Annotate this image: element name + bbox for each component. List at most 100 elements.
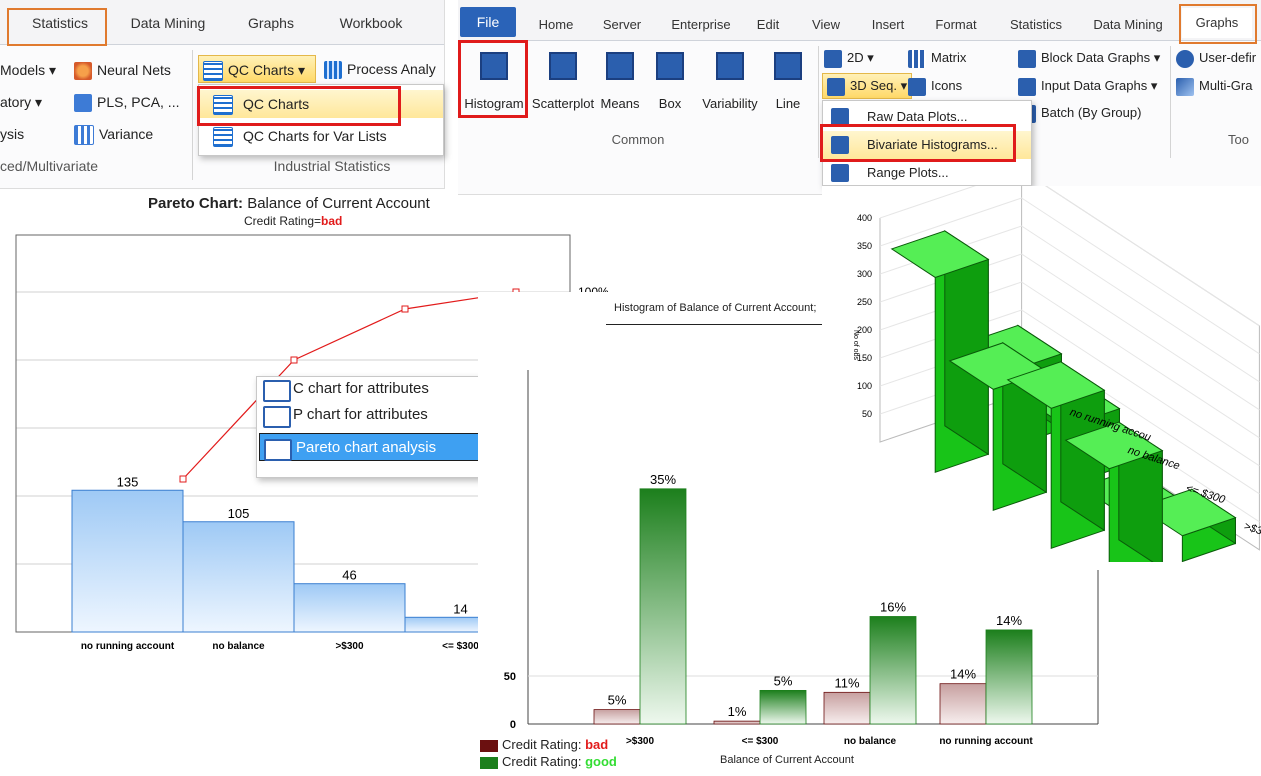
user-defined-icon [1176, 49, 1194, 68]
tab-format[interactable]: Format [928, 10, 984, 40]
process-analysis-icon [324, 61, 342, 80]
histogram-x-label: Balance of Current Account [720, 754, 854, 766]
exploratory-button[interactable]: atory ▾ [0, 90, 42, 114]
pareto-cumulative-point [179, 475, 187, 483]
multi-graph-label: Multi-Gra [1199, 78, 1253, 93]
tab-graphs[interactable]: Graphs [236, 8, 306, 38]
pareto-category-labels: no running account no balance >$300 <= $300 [81, 641, 479, 652]
variability-button[interactable]: Variability [696, 48, 764, 111]
line-button[interactable]: Line [768, 48, 808, 111]
histogram-title-rule [606, 324, 846, 325]
bivariate-z-label: >$300 [1242, 520, 1261, 541]
tab-file[interactable]: File [460, 7, 516, 37]
pareto-bar [182, 521, 295, 633]
neural-nets-button[interactable]: Neural Nets [74, 58, 171, 82]
models-button[interactable]: Models ▾ [0, 58, 56, 82]
3d-seq-button[interactable]: 3D Seq. ▾ [822, 73, 913, 99]
histogram-bar-bad [823, 691, 871, 725]
block-data-graphs-button[interactable]: Block Data Graphs ▾ [1018, 46, 1160, 70]
2d-icon [824, 49, 842, 68]
user-defined-label: User-defir [1199, 50, 1257, 65]
2d-button[interactable]: 2D ▾ [824, 46, 874, 70]
group-label-industrial: Industrial Statistics [273, 158, 391, 174]
icons-button[interactable]: Icons [908, 74, 962, 98]
pareto-bar-label: 105 [228, 506, 250, 521]
histogram-bar-good [985, 629, 1033, 725]
highlight-qc-charts-item [197, 86, 401, 126]
legend-label-bad: Credit Rating: [502, 737, 586, 752]
pareto-bar [71, 489, 184, 633]
input-data-graphs-button[interactable]: Input Data Graphs ▾ [1018, 74, 1157, 98]
qc-charts-label: QC Charts [228, 62, 295, 78]
pareto-analysis-icon [264, 439, 292, 461]
variability-icon [716, 52, 744, 80]
tab-data-mining-2[interactable]: Data Mining [1084, 10, 1172, 40]
variance-label: Variance [99, 126, 154, 142]
batch-button[interactable]: Batch (By Group) [1018, 101, 1141, 125]
tab-view[interactable]: View [806, 10, 846, 40]
p-chart-icon [263, 406, 291, 428]
histogram-category-labels: >$300 <= $300 no balance no running account [626, 736, 1033, 747]
tab-edit[interactable]: Edit [748, 10, 788, 40]
histogram-bar-label: 14% [996, 613, 1022, 628]
highlight-statistics-tab [7, 8, 107, 46]
histogram-bar-label: 14% [950, 667, 976, 682]
raw-data-label: Raw Data Plots... [867, 109, 968, 124]
means-button[interactable]: Means [598, 48, 642, 111]
pareto-bar-label: 46 [342, 568, 356, 583]
box-button[interactable]: Box [650, 48, 690, 111]
bivariate-y-label: No of obs [852, 330, 859, 360]
bivariate-bars [890, 229, 1237, 562]
histogram-category-label: no running account [939, 736, 1033, 747]
histogram-bar-label: 35% [650, 472, 676, 487]
qc-charts-button[interactable]: QC Charts ▾ [198, 55, 316, 83]
box-label: Box [658, 96, 682, 111]
menu-item-range-plots[interactable]: Range Plots... [823, 159, 1031, 187]
variance-button[interactable]: Variance [74, 122, 153, 146]
icons-label: Icons [931, 78, 963, 93]
multi-graph-button[interactable]: Multi-Gra [1176, 74, 1252, 98]
histogram-bar-label: 5% [608, 693, 627, 708]
tab-workbook[interactable]: Workbook [326, 8, 416, 38]
user-defined-button[interactable]: User-defir [1176, 46, 1256, 70]
highlight-histogram [458, 40, 528, 118]
tab-home[interactable]: Home [528, 10, 584, 40]
scatterplot-button[interactable]: Scatterplot [530, 48, 596, 111]
histogram-bar-label: 11% [834, 675, 859, 690]
process-analysis-button[interactable]: Process Analy [324, 57, 436, 81]
histogram-bar-label: 16% [880, 599, 906, 614]
histogram-bar-bad [713, 720, 761, 725]
tab-enterprise[interactable]: Enterprise [662, 10, 740, 40]
bivariate-y-tick: 100 [857, 381, 872, 391]
box-plot-icon [656, 52, 684, 80]
exploratory-label: atory [0, 94, 32, 110]
pareto-category-label: >$300 [335, 641, 364, 652]
variability-label: Variability [702, 96, 758, 111]
tab-statistics-2[interactable]: Statistics [1002, 10, 1070, 40]
bivariate-y-tick: 350 [857, 241, 872, 251]
tools-divider [1170, 46, 1171, 158]
highlight-graphs-tab [1179, 4, 1257, 44]
process-analysis-label: Process Analy [347, 61, 436, 77]
histogram-category-label: no balance [844, 736, 897, 747]
statistics-ribbon: Statistics Data Mining Graphs Workbook M… [0, 0, 445, 189]
analysis-button[interactable]: ysis [0, 122, 24, 146]
bivariate-y-tick: 400 [857, 213, 872, 223]
tab-server[interactable]: Server [594, 10, 650, 40]
legend-item-good: Credit Rating: good [480, 753, 617, 770]
bivariate-y-tick: 50 [862, 409, 872, 419]
pls-pca-label: PLS, PCA, ... [97, 94, 180, 110]
menu-item-qc-charts-var-lists[interactable]: QC Charts for Var Lists [199, 122, 443, 150]
tab-data-mining[interactable]: Data Mining [118, 8, 218, 38]
analysis-label: ysis [0, 126, 25, 142]
group-label-common: Common [611, 132, 665, 147]
c-chart-label: C chart for attributes [293, 380, 429, 397]
tab-insert[interactable]: Insert [862, 10, 914, 40]
pls-pca-button[interactable]: PLS, PCA, ... [74, 90, 179, 114]
pareto-bar-label: 14 [453, 601, 467, 616]
range-plots-icon [831, 164, 849, 182]
group-divider [192, 50, 193, 180]
means-label: Means [600, 96, 640, 111]
group-label-multivariate: ced/Multivariate [0, 158, 99, 174]
matrix-button[interactable]: Matrix [908, 46, 966, 70]
